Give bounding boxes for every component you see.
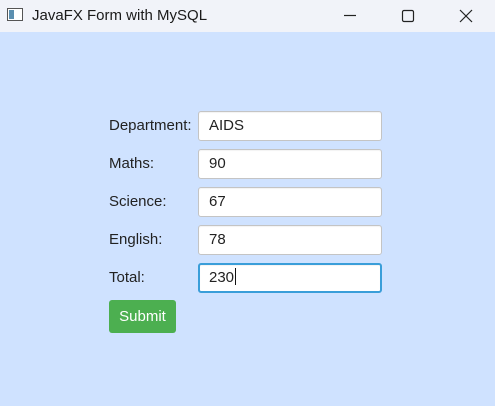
science-value: 67	[209, 193, 226, 210]
maths-value: 90	[209, 155, 226, 172]
english-value: 78	[209, 231, 226, 248]
minimize-button[interactable]	[327, 0, 373, 32]
window-title: JavaFX Form with MySQL	[32, 7, 208, 24]
maximize-button[interactable]	[385, 0, 431, 32]
english-label: English:	[109, 231, 163, 248]
minimize-icon	[344, 14, 356, 17]
science-field[interactable]: 67	[198, 187, 382, 217]
close-button[interactable]	[443, 0, 489, 32]
text-caret	[235, 268, 237, 285]
department-label: Department:	[109, 117, 192, 134]
submit-button[interactable]: Submit	[109, 300, 176, 333]
english-field[interactable]: 78	[198, 225, 382, 255]
department-value: AIDS	[209, 117, 245, 134]
department-field[interactable]: AIDS	[198, 111, 382, 141]
science-label: Science:	[109, 193, 167, 210]
total-field[interactable]: 230	[198, 263, 382, 293]
maximize-icon	[401, 9, 415, 23]
maths-field[interactable]: 90	[198, 149, 382, 179]
close-icon	[459, 9, 473, 23]
total-value: 230	[209, 269, 235, 286]
maths-label: Maths:	[109, 155, 155, 172]
title-bar[interactable]: JavaFX Form with MySQL	[0, 0, 495, 32]
total-label: Total:	[109, 269, 145, 286]
app-icon	[7, 8, 23, 21]
